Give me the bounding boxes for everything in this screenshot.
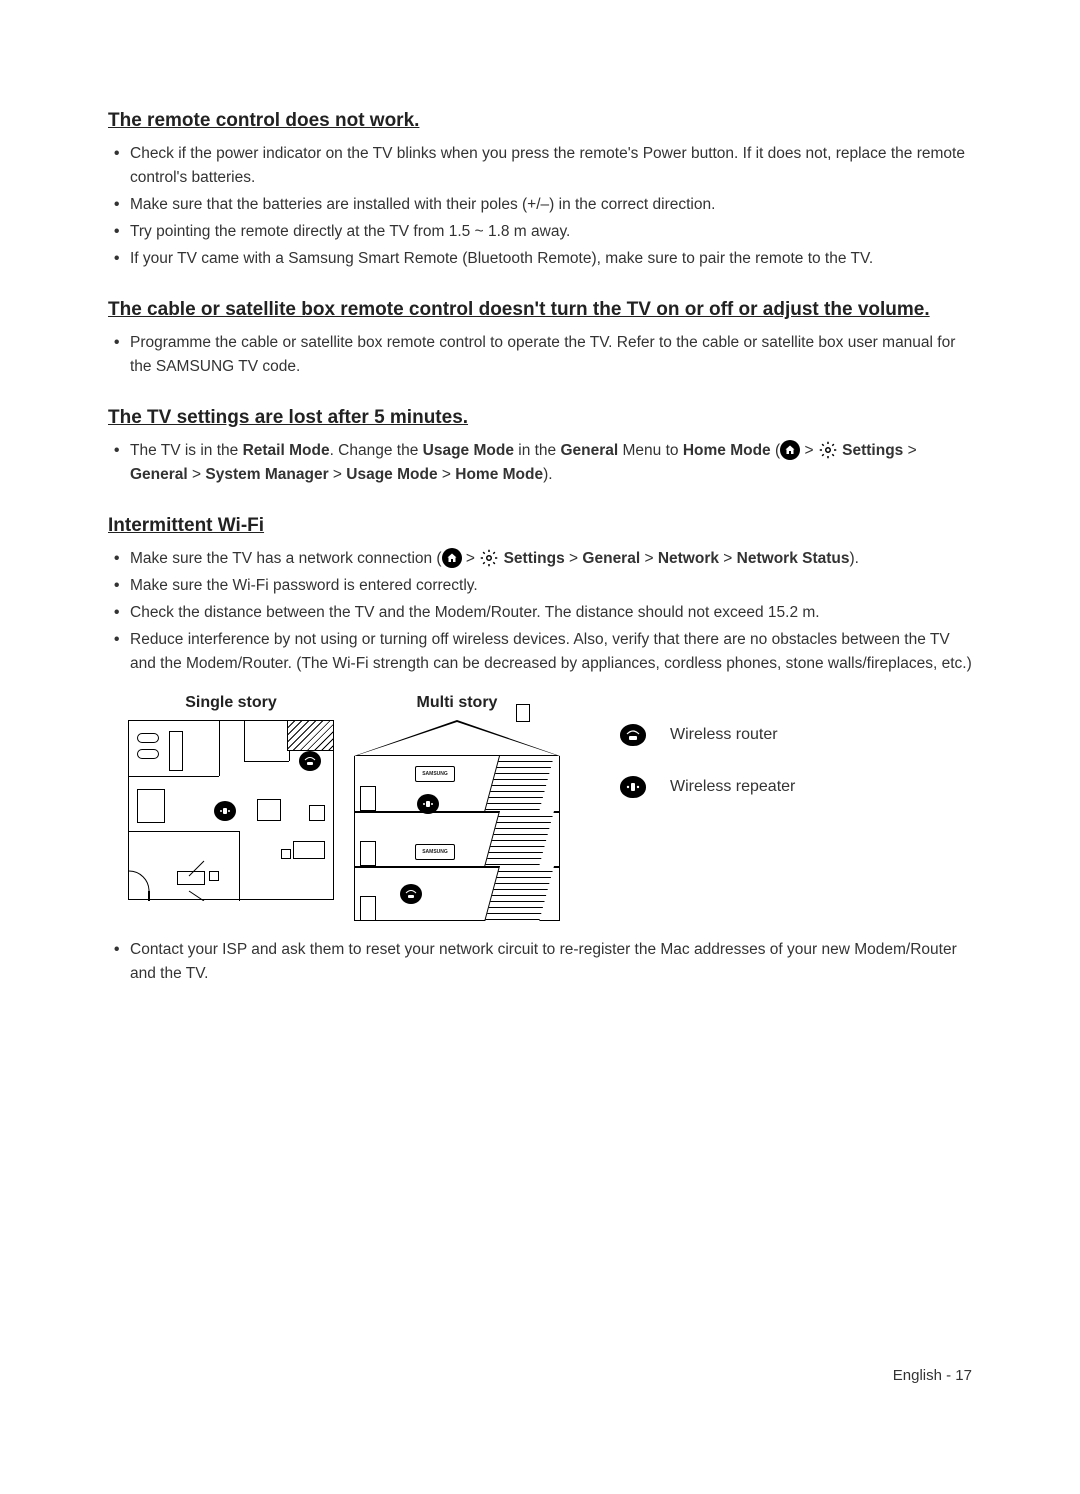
text-bold: General bbox=[582, 550, 640, 567]
text: ( bbox=[771, 442, 780, 459]
gear-icon bbox=[479, 548, 499, 568]
heading-settings-lost: The TV settings are lost after 5 minutes… bbox=[108, 407, 972, 429]
list-remote-not-work: Check if the power indicator on the TV b… bbox=[108, 142, 972, 271]
diagram-multi-story: Multi story SAMSUNG SAMSUNG bbox=[354, 694, 560, 920]
list-item: Make sure that the batteries are install… bbox=[130, 193, 972, 217]
legend: Wireless router Wireless repeater bbox=[620, 724, 795, 798]
list-cable-remote: Programme the cable or satellite box rem… bbox=[108, 331, 972, 379]
house-body: SAMSUNG SAMSUNG bbox=[354, 756, 560, 921]
text-bold: Settings bbox=[842, 442, 903, 459]
legend-label: Wireless router bbox=[670, 726, 778, 744]
text: Make sure the TV has a network connectio… bbox=[130, 550, 442, 567]
heading-cable-remote: The cable or satellite box remote contro… bbox=[108, 299, 972, 321]
diagram-section: Single story bbox=[128, 694, 972, 920]
separator: > bbox=[719, 550, 737, 567]
text: in the bbox=[514, 442, 561, 459]
list-wifi: Make sure the TV has a network connectio… bbox=[108, 547, 972, 676]
text-bold: Home Mode bbox=[683, 442, 771, 459]
heading-wifi: Intermittent Wi-Fi bbox=[108, 515, 972, 537]
diagram-title: Single story bbox=[185, 694, 277, 712]
text: . Change the bbox=[330, 442, 423, 459]
separator: > bbox=[188, 466, 206, 483]
text-bold: General bbox=[130, 466, 188, 483]
router-icon bbox=[620, 724, 646, 746]
text-bold: Usage Mode bbox=[346, 466, 437, 483]
roof bbox=[354, 720, 560, 756]
text: ). bbox=[850, 550, 859, 567]
list-item: Check the distance between the TV and th… bbox=[130, 601, 972, 625]
text-bold: Home Mode bbox=[455, 466, 543, 483]
list-item: Programme the cable or satellite box rem… bbox=[130, 331, 972, 379]
text-bold: Network bbox=[658, 550, 719, 567]
tv-icon: SAMSUNG bbox=[415, 766, 455, 782]
text-bold: General bbox=[560, 442, 618, 459]
repeater-icon bbox=[214, 801, 236, 821]
heading-remote-not-work: The remote control does not work. bbox=[108, 110, 972, 132]
router-icon bbox=[299, 751, 321, 771]
list-item: If your TV came with a Samsung Smart Rem… bbox=[130, 247, 972, 271]
page-footer: English - 17 bbox=[893, 1367, 972, 1384]
list-wifi-continued: Contact your ISP and ask them to reset y… bbox=[108, 938, 972, 986]
text-bold: Network Status bbox=[737, 550, 850, 567]
home-icon bbox=[442, 548, 462, 568]
separator: > bbox=[903, 442, 916, 459]
repeater-icon bbox=[620, 776, 646, 798]
separator: > bbox=[640, 550, 658, 567]
separator: > bbox=[800, 442, 818, 459]
diagram-single-story: Single story bbox=[128, 694, 334, 900]
list-item: Check if the power indicator on the TV b… bbox=[130, 142, 972, 190]
separator: > bbox=[462, 550, 480, 567]
legend-row-router: Wireless router bbox=[620, 724, 795, 746]
text-bold: Settings bbox=[504, 550, 565, 567]
list-item: Make sure the Wi-Fi password is entered … bbox=[130, 574, 972, 598]
separator: > bbox=[565, 550, 583, 567]
gear-icon bbox=[818, 440, 838, 460]
floorplan-multi: SAMSUNG SAMSUNG bbox=[354, 720, 560, 920]
legend-label: Wireless repeater bbox=[670, 778, 795, 796]
diagram-title: Multi story bbox=[417, 694, 498, 712]
text-bold: Retail Mode bbox=[243, 442, 330, 459]
list-item: Try pointing the remote directly at the … bbox=[130, 220, 972, 244]
floorplan-single bbox=[128, 720, 334, 900]
text-bold: System Manager bbox=[205, 466, 328, 483]
list-settings-lost: The TV is in the Retail Mode. Change the… bbox=[108, 439, 972, 487]
list-item: The TV is in the Retail Mode. Change the… bbox=[130, 439, 972, 487]
list-item: Contact your ISP and ask them to reset y… bbox=[130, 938, 972, 986]
text: ). bbox=[543, 466, 552, 483]
text-bold: Usage Mode bbox=[423, 442, 514, 459]
separator: > bbox=[438, 466, 456, 483]
text: Menu to bbox=[618, 442, 683, 459]
text: The TV is in the bbox=[130, 442, 243, 459]
list-item: Reduce interference by not using or turn… bbox=[130, 628, 972, 676]
tv-icon: SAMSUNG bbox=[415, 844, 455, 860]
legend-row-repeater: Wireless repeater bbox=[620, 776, 795, 798]
separator: > bbox=[329, 466, 347, 483]
home-icon bbox=[780, 440, 800, 460]
list-item: Make sure the TV has a network connectio… bbox=[130, 547, 972, 571]
router-icon bbox=[400, 884, 422, 904]
